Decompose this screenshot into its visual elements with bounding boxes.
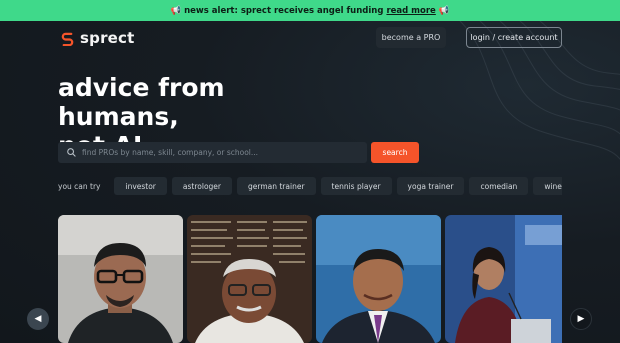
search-icon: [67, 148, 76, 157]
pro-carousel: [58, 215, 562, 343]
suggestion-chip[interactable]: comedian: [469, 177, 529, 195]
search-button[interactable]: search: [371, 142, 419, 163]
login-button[interactable]: login / create account: [466, 27, 562, 48]
pro-photo: [445, 215, 562, 343]
suggestion-label: you can try: [58, 181, 101, 191]
search-input[interactable]: [82, 148, 362, 157]
announcement-text: 📢 news alert: sprect receives angel fund…: [170, 5, 384, 16]
brand-name: sprect: [80, 29, 135, 47]
pro-photo: [316, 215, 441, 343]
sprect-logo-icon: [61, 32, 74, 46]
announcement-bar: 📢 news alert: sprect receives angel fund…: [0, 0, 620, 21]
pro-card[interactable]: [445, 215, 562, 343]
carousel-prev-button[interactable]: ◀: [27, 308, 49, 330]
suggestion-chip[interactable]: yoga trainer: [396, 177, 465, 195]
suggestion-chip[interactable]: investor: [114, 177, 167, 195]
pro-photo: [58, 215, 183, 343]
hero-section: sprect become a PRO login / create accou…: [0, 21, 620, 343]
become-pro-button[interactable]: become a PRO: [376, 27, 446, 48]
read-more-link[interactable]: read more: [386, 6, 435, 16]
search-bar: [58, 142, 367, 163]
suggestion-chip[interactable]: wine expert: [533, 177, 562, 195]
suggestion-chip[interactable]: tennis player: [320, 177, 392, 195]
chevron-right-icon: ▶: [577, 314, 585, 324]
headline-line-1: advice from humans,: [58, 73, 225, 131]
pro-card[interactable]: [187, 215, 312, 343]
announcement-suffix: 📢: [438, 5, 450, 16]
chevron-left-icon: ◀: [34, 314, 42, 324]
suggestion-chip[interactable]: astrologer: [171, 177, 232, 195]
pro-card[interactable]: [58, 215, 183, 343]
brand-logo[interactable]: sprect: [60, 29, 135, 47]
carousel-next-button[interactable]: ▶: [570, 308, 592, 330]
suggestion-row: you can try investor astrologer german t…: [58, 177, 562, 195]
pro-photo: [187, 215, 312, 343]
suggestion-chip[interactable]: german trainer: [237, 177, 316, 195]
pro-card[interactable]: [316, 215, 441, 343]
